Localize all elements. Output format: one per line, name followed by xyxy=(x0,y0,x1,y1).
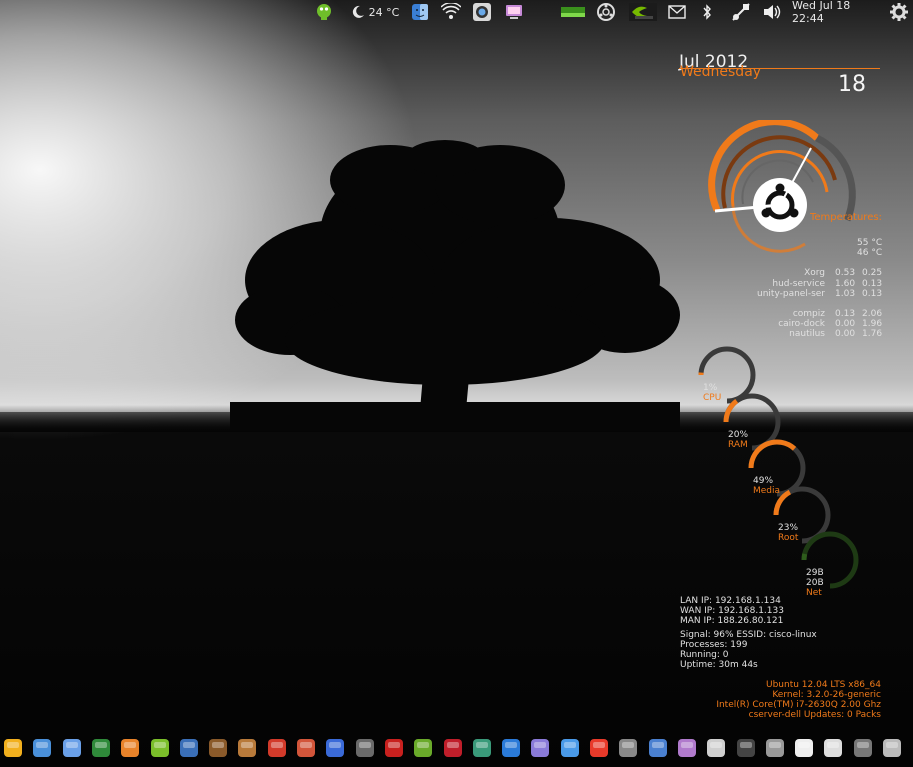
gauge-value: 1% xyxy=(703,383,718,393)
temperature-2: 46 °C xyxy=(857,248,883,258)
gauge-label: Net xyxy=(806,588,822,598)
ubuntu-software-icon[interactable] xyxy=(266,737,288,759)
finder-window-icon[interactable] xyxy=(31,737,53,759)
bluetooth-icon[interactable] xyxy=(700,2,714,22)
um-icon[interactable] xyxy=(149,737,171,759)
gauge-fill xyxy=(723,398,739,423)
power-icon[interactable] xyxy=(881,737,903,759)
chat-icon[interactable] xyxy=(314,2,334,22)
gauge-label: RAM xyxy=(728,440,748,450)
wine-dragon-icon[interactable] xyxy=(471,737,493,759)
host-updates: cserver-dell Updates: 0 Packs xyxy=(748,710,881,720)
gauge-label: Root xyxy=(778,533,799,543)
puzzle-icon[interactable] xyxy=(324,737,346,759)
refresh-icon[interactable] xyxy=(588,737,610,759)
kernel-version: Kernel: 3.2.0-26-generic xyxy=(772,690,881,700)
tree-silhouette xyxy=(230,140,680,430)
screen-capture-icon[interactable] xyxy=(676,737,698,759)
clock-icon[interactable] xyxy=(793,737,815,759)
os-version: Ubuntu 12.04 LTS x86_64 xyxy=(765,680,881,690)
gauge-value: 23% xyxy=(778,523,799,533)
process-name: hud-service xyxy=(772,279,825,289)
wifi-broadcast-icon[interactable] xyxy=(440,2,462,22)
uptime: Uptime: 30m 44s xyxy=(680,660,758,670)
process-count: Processes: 199 xyxy=(680,640,748,650)
gauges-widget xyxy=(698,346,859,589)
magnifier-icon[interactable] xyxy=(705,737,727,759)
process-cpu: 1.03 xyxy=(835,289,856,299)
finder-icon[interactable] xyxy=(410,2,430,22)
screenshot-icon[interactable] xyxy=(503,2,525,22)
settings-gear-icon[interactable] xyxy=(888,2,910,22)
media-player-icon[interactable] xyxy=(119,737,141,759)
mail-icon[interactable] xyxy=(667,2,687,22)
process-cpu: 0.13 xyxy=(835,309,856,319)
cookies-icon[interactable] xyxy=(207,737,229,759)
volume-icon[interactable] xyxy=(762,2,782,22)
filezilla-icon[interactable] xyxy=(383,737,405,759)
process-name: unity-panel-ser xyxy=(757,289,825,299)
temperatures-title: Temperatures: xyxy=(810,212,882,223)
weather-temperature[interactable]: 24 °C xyxy=(368,2,400,22)
gauge-value-secondary: 20B xyxy=(806,578,824,588)
gauge-value: 49% xyxy=(753,476,774,486)
gauge-value: 20% xyxy=(728,430,749,440)
battery-icon[interactable] xyxy=(560,2,586,22)
trash-icon[interactable] xyxy=(617,737,639,759)
redbull-icon[interactable] xyxy=(442,737,464,759)
ubuntu-icon[interactable] xyxy=(596,2,616,22)
running-count: Running: 0 xyxy=(680,650,729,660)
gauge-fill xyxy=(801,553,808,561)
globe-icon[interactable] xyxy=(500,737,522,759)
wan-ip: WAN IP: 192.168.1.133 xyxy=(680,606,784,616)
process-cpu: 1.60 xyxy=(835,279,856,289)
process-name: Xorg xyxy=(804,268,825,278)
process-mem: 0.25 xyxy=(862,268,883,278)
video-clapper-icon[interactable] xyxy=(61,737,83,759)
hub-icon[interactable] xyxy=(354,737,376,759)
pirate-icon[interactable] xyxy=(295,737,317,759)
android-icon[interactable] xyxy=(412,737,434,759)
camera-icon[interactable] xyxy=(471,2,493,22)
temperature-1: 55 °C xyxy=(857,238,883,248)
nvidia-icon[interactable] xyxy=(628,2,658,22)
gauge-value: 29B xyxy=(806,568,824,578)
weather-moon-icon[interactable] xyxy=(350,2,366,22)
calendar-day: 18 xyxy=(838,72,866,97)
gauge-label: CPU xyxy=(703,393,722,403)
gauge-label: Media xyxy=(753,486,781,496)
finder-icon[interactable] xyxy=(647,737,669,759)
gdock-icon[interactable] xyxy=(735,737,757,759)
clock[interactable]: Wed Jul 18 22:44 xyxy=(792,0,882,25)
weather-drop-icon[interactable] xyxy=(559,737,581,759)
ring-clock-widget xyxy=(708,120,856,253)
vmware-icon[interactable] xyxy=(90,737,112,759)
trash-bin-icon[interactable] xyxy=(852,737,874,759)
process-mem: 0.13 xyxy=(862,289,883,299)
process-cpu: 0.53 xyxy=(835,268,856,278)
top-panel: 24 °C Wed Jul 18 22:44 xyxy=(0,0,913,25)
disc-icon[interactable] xyxy=(529,737,551,759)
cpu-model: Intel(R) Core(TM) i7-2630Q 2.00 Ghz xyxy=(716,700,881,710)
process-mem: 2.06 xyxy=(862,309,883,319)
grid-apps-icon[interactable] xyxy=(822,737,844,759)
gimp-icon[interactable] xyxy=(236,737,258,759)
process-name: compiz xyxy=(792,309,825,319)
qbittorrent-icon[interactable] xyxy=(178,737,200,759)
process-mem: 0.13 xyxy=(862,279,883,289)
calendar-divider xyxy=(679,68,880,69)
lan-ip: LAN IP: 192.168.1.134 xyxy=(680,596,781,606)
wifi-signal: Signal: 96% ESSID: cisco-linux xyxy=(680,630,817,640)
volume-mixer-icon[interactable] xyxy=(764,737,786,759)
calendar-weekday: Wednesday xyxy=(680,64,762,80)
man-ip: MAN IP: 188.26.80.121 xyxy=(680,616,784,626)
lightning-icon[interactable] xyxy=(2,737,24,759)
network-icon[interactable] xyxy=(730,2,752,22)
